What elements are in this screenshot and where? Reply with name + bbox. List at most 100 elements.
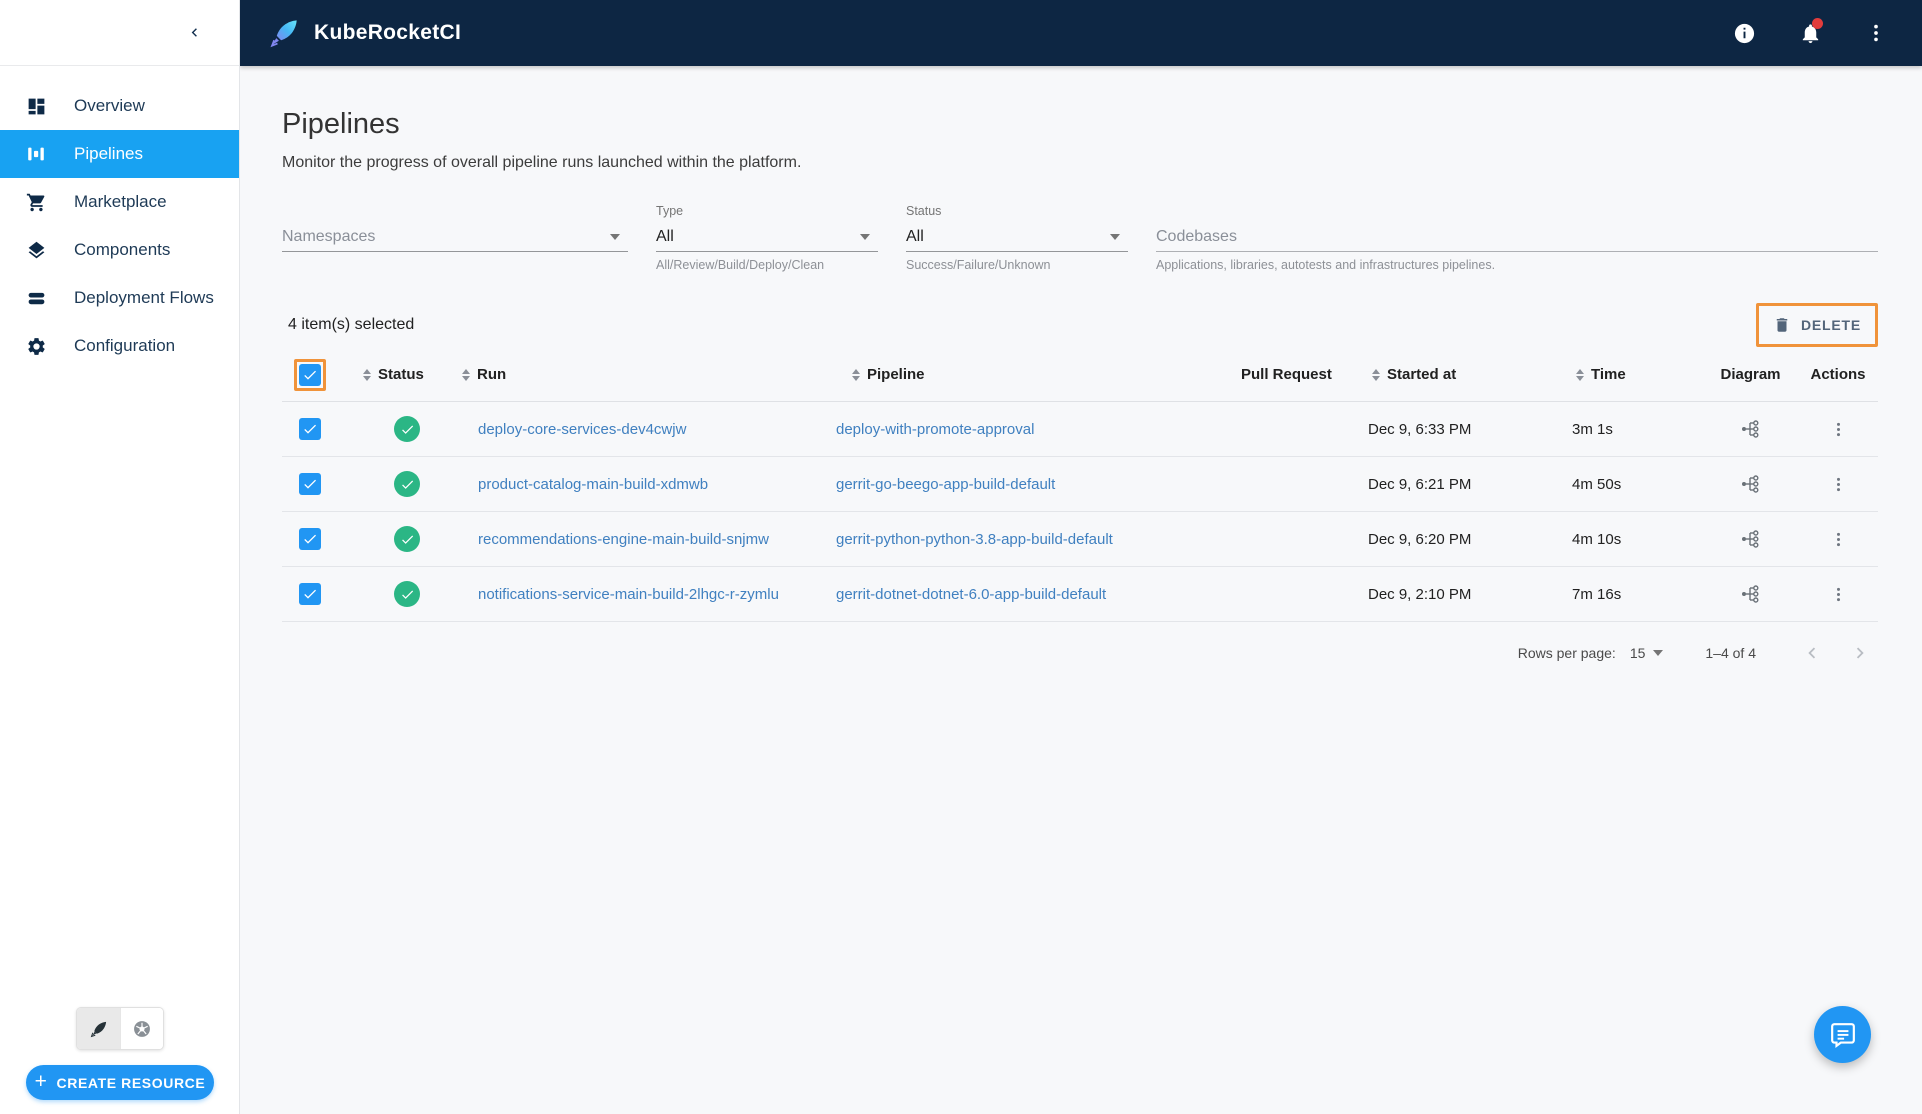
next-page-button[interactable] <box>1842 635 1878 671</box>
filters-bar: Namespaces Type All All/Review/Build/Dep… <box>282 204 1878 272</box>
pipeline-link[interactable]: gerrit-python-python-3.8-app-build-defau… <box>836 531 1113 548</box>
chevron-left-icon <box>1808 647 1816 659</box>
sort-icon[interactable] <box>1372 368 1380 381</box>
sidebar-collapse-button[interactable] <box>177 16 211 50</box>
column-header-pipeline[interactable]: Pipeline <box>828 366 1228 383</box>
pagination-range: 1–4 of 4 <box>1705 645 1756 661</box>
sidebar-nav: Overview Pipelines Marketplace Component… <box>0 82 239 370</box>
kuberocketci-mode-button[interactable] <box>77 1008 120 1049</box>
status-success-icon <box>394 416 420 442</box>
diagram-icon[interactable] <box>1733 411 1769 447</box>
codebases-filter-helper: Applications, libraries, autotests and i… <box>1156 258 1496 272</box>
column-header-run[interactable]: Run <box>458 366 828 383</box>
sort-icon[interactable] <box>1576 368 1584 381</box>
status-filter-value: All <box>906 227 924 245</box>
row-checkbox[interactable] <box>299 473 321 495</box>
annotation-highlight-select-all <box>294 358 326 391</box>
info-icon[interactable] <box>1724 13 1764 53</box>
sidebar-item-marketplace[interactable]: Marketplace <box>0 178 239 226</box>
sidebar-item-label: Overview <box>74 96 145 115</box>
sidebar: Overview Pipelines Marketplace Component… <box>0 0 240 1114</box>
table-row: product-catalog-main-build-xdmwb gerrit-… <box>282 457 1878 512</box>
appbar-actions <box>1724 13 1896 53</box>
chat-fab-button[interactable] <box>1814 1006 1871 1063</box>
create-resource-button[interactable]: + CREATE RESOURCE <box>26 1065 214 1100</box>
row-checkbox[interactable] <box>299 583 321 605</box>
row-actions-kebab-icon[interactable] <box>1820 576 1856 612</box>
started-at-cell: Dec 9, 6:20 PM <box>1368 530 1472 548</box>
dashboard-icon <box>24 94 48 118</box>
sidebar-item-pipelines[interactable]: Pipelines <box>0 130 239 178</box>
brand: KubeRocketCI <box>268 17 461 49</box>
chevron-right-icon <box>1856 647 1864 659</box>
main-content: Pipelines Monitor the progress of overal… <box>240 66 1922 1114</box>
previous-page-button[interactable] <box>1794 635 1830 671</box>
selection-bar: 4 item(s) selected DELETE <box>282 302 1878 348</box>
type-filter-helper: All/Review/Build/Deploy/Clean <box>656 258 825 272</box>
column-header-started-at[interactable]: Started at <box>1348 366 1568 383</box>
row-actions-kebab-icon[interactable] <box>1820 521 1856 557</box>
type-filter[interactable]: Type All All/Review/Build/Deploy/Clean <box>656 204 878 272</box>
column-header-time[interactable]: Time <box>1568 366 1703 383</box>
table-row: deploy-core-services-dev4cwjw deploy-wit… <box>282 402 1878 457</box>
kubernetes-icon <box>134 1020 150 1037</box>
diagram-icon[interactable] <box>1733 466 1769 502</box>
time-cell: 4m 10s <box>1572 530 1622 548</box>
codebases-placeholder: Codebases <box>1156 227 1237 245</box>
plus-icon: + <box>34 1070 48 1093</box>
status-filter-helper: Success/Failure/Unknown <box>906 258 1051 272</box>
run-link[interactable]: deploy-core-services-dev4cwjw <box>478 421 686 438</box>
shopping-cart-icon <box>24 190 48 214</box>
codebases-filter[interactable]: Codebases Applications, libraries, autot… <box>1156 204 1878 272</box>
status-success-icon <box>394 471 420 497</box>
sidebar-item-overview[interactable]: Overview <box>0 82 239 130</box>
column-header-pull-request: Pull Request <box>1241 366 1332 383</box>
check-icon <box>304 479 316 489</box>
namespaces-filter[interactable]: Namespaces <box>282 204 628 252</box>
sort-icon[interactable] <box>852 368 860 381</box>
sort-icon[interactable] <box>462 368 470 381</box>
sort-icon[interactable] <box>363 368 371 381</box>
check-icon <box>304 589 316 599</box>
type-filter-value: All <box>656 227 674 245</box>
run-link[interactable]: notifications-service-main-build-2lhgc-r… <box>478 586 779 603</box>
pipelines-icon <box>24 142 48 166</box>
sidebar-header <box>0 0 239 66</box>
diagram-icon[interactable] <box>1733 576 1769 612</box>
pagination-bar: Rows per page: 15 1–4 of 4 <box>282 632 1878 674</box>
pipeline-link[interactable]: gerrit-dotnet-dotnet-6.0-app-build-defau… <box>836 586 1106 603</box>
run-link[interactable]: product-catalog-main-build-xdmwb <box>478 476 708 493</box>
row-checkbox[interactable] <box>299 418 321 440</box>
delete-button[interactable]: DELETE <box>1761 308 1873 342</box>
kubernetes-mode-button[interactable] <box>120 1008 163 1049</box>
status-filter[interactable]: Status All Success/Failure/Unknown <box>906 204 1128 272</box>
sidebar-item-components[interactable]: Components <box>0 226 239 274</box>
rocket-feather-logo-icon <box>270 20 297 48</box>
sidebar-item-configuration[interactable]: Configuration <box>0 322 239 370</box>
started-at-cell: Dec 9, 6:21 PM <box>1368 475 1472 493</box>
run-link[interactable]: recommendations-engine-main-build-snjmw <box>478 531 769 548</box>
kebab-menu-icon[interactable] <box>1856 13 1896 53</box>
pipeline-link[interactable]: deploy-with-promote-approval <box>836 421 1034 438</box>
namespaces-placeholder: Namespaces <box>282 227 376 245</box>
diagram-icon[interactable] <box>1733 521 1769 557</box>
column-header-actions: Actions <box>1810 366 1866 383</box>
table-row: recommendations-engine-main-build-snjmw … <box>282 512 1878 567</box>
deployment-flows-icon <box>24 286 48 310</box>
rows-per-page-select[interactable]: 15 <box>1630 645 1664 661</box>
row-actions-kebab-icon[interactable] <box>1820 466 1856 502</box>
page-subtitle: Monitor the progress of overall pipeline… <box>282 154 802 171</box>
chevron-down-icon <box>860 233 870 240</box>
column-header-status[interactable]: Status <box>338 366 458 383</box>
status-success-icon <box>394 581 420 607</box>
gear-icon <box>24 334 48 358</box>
table-row: notifications-service-main-build-2lhgc-r… <box>282 567 1878 622</box>
sidebar-item-deployment-flows[interactable]: Deployment Flows <box>0 274 239 322</box>
select-all-checkbox[interactable] <box>299 363 321 386</box>
delete-label: DELETE <box>1800 317 1861 333</box>
portal-mode-toggle <box>76 1007 164 1050</box>
notifications-bell-icon[interactable] <box>1790 13 1830 53</box>
pipeline-link[interactable]: gerrit-go-beego-app-build-default <box>836 476 1055 493</box>
row-checkbox[interactable] <box>299 528 321 550</box>
row-actions-kebab-icon[interactable] <box>1820 411 1856 447</box>
